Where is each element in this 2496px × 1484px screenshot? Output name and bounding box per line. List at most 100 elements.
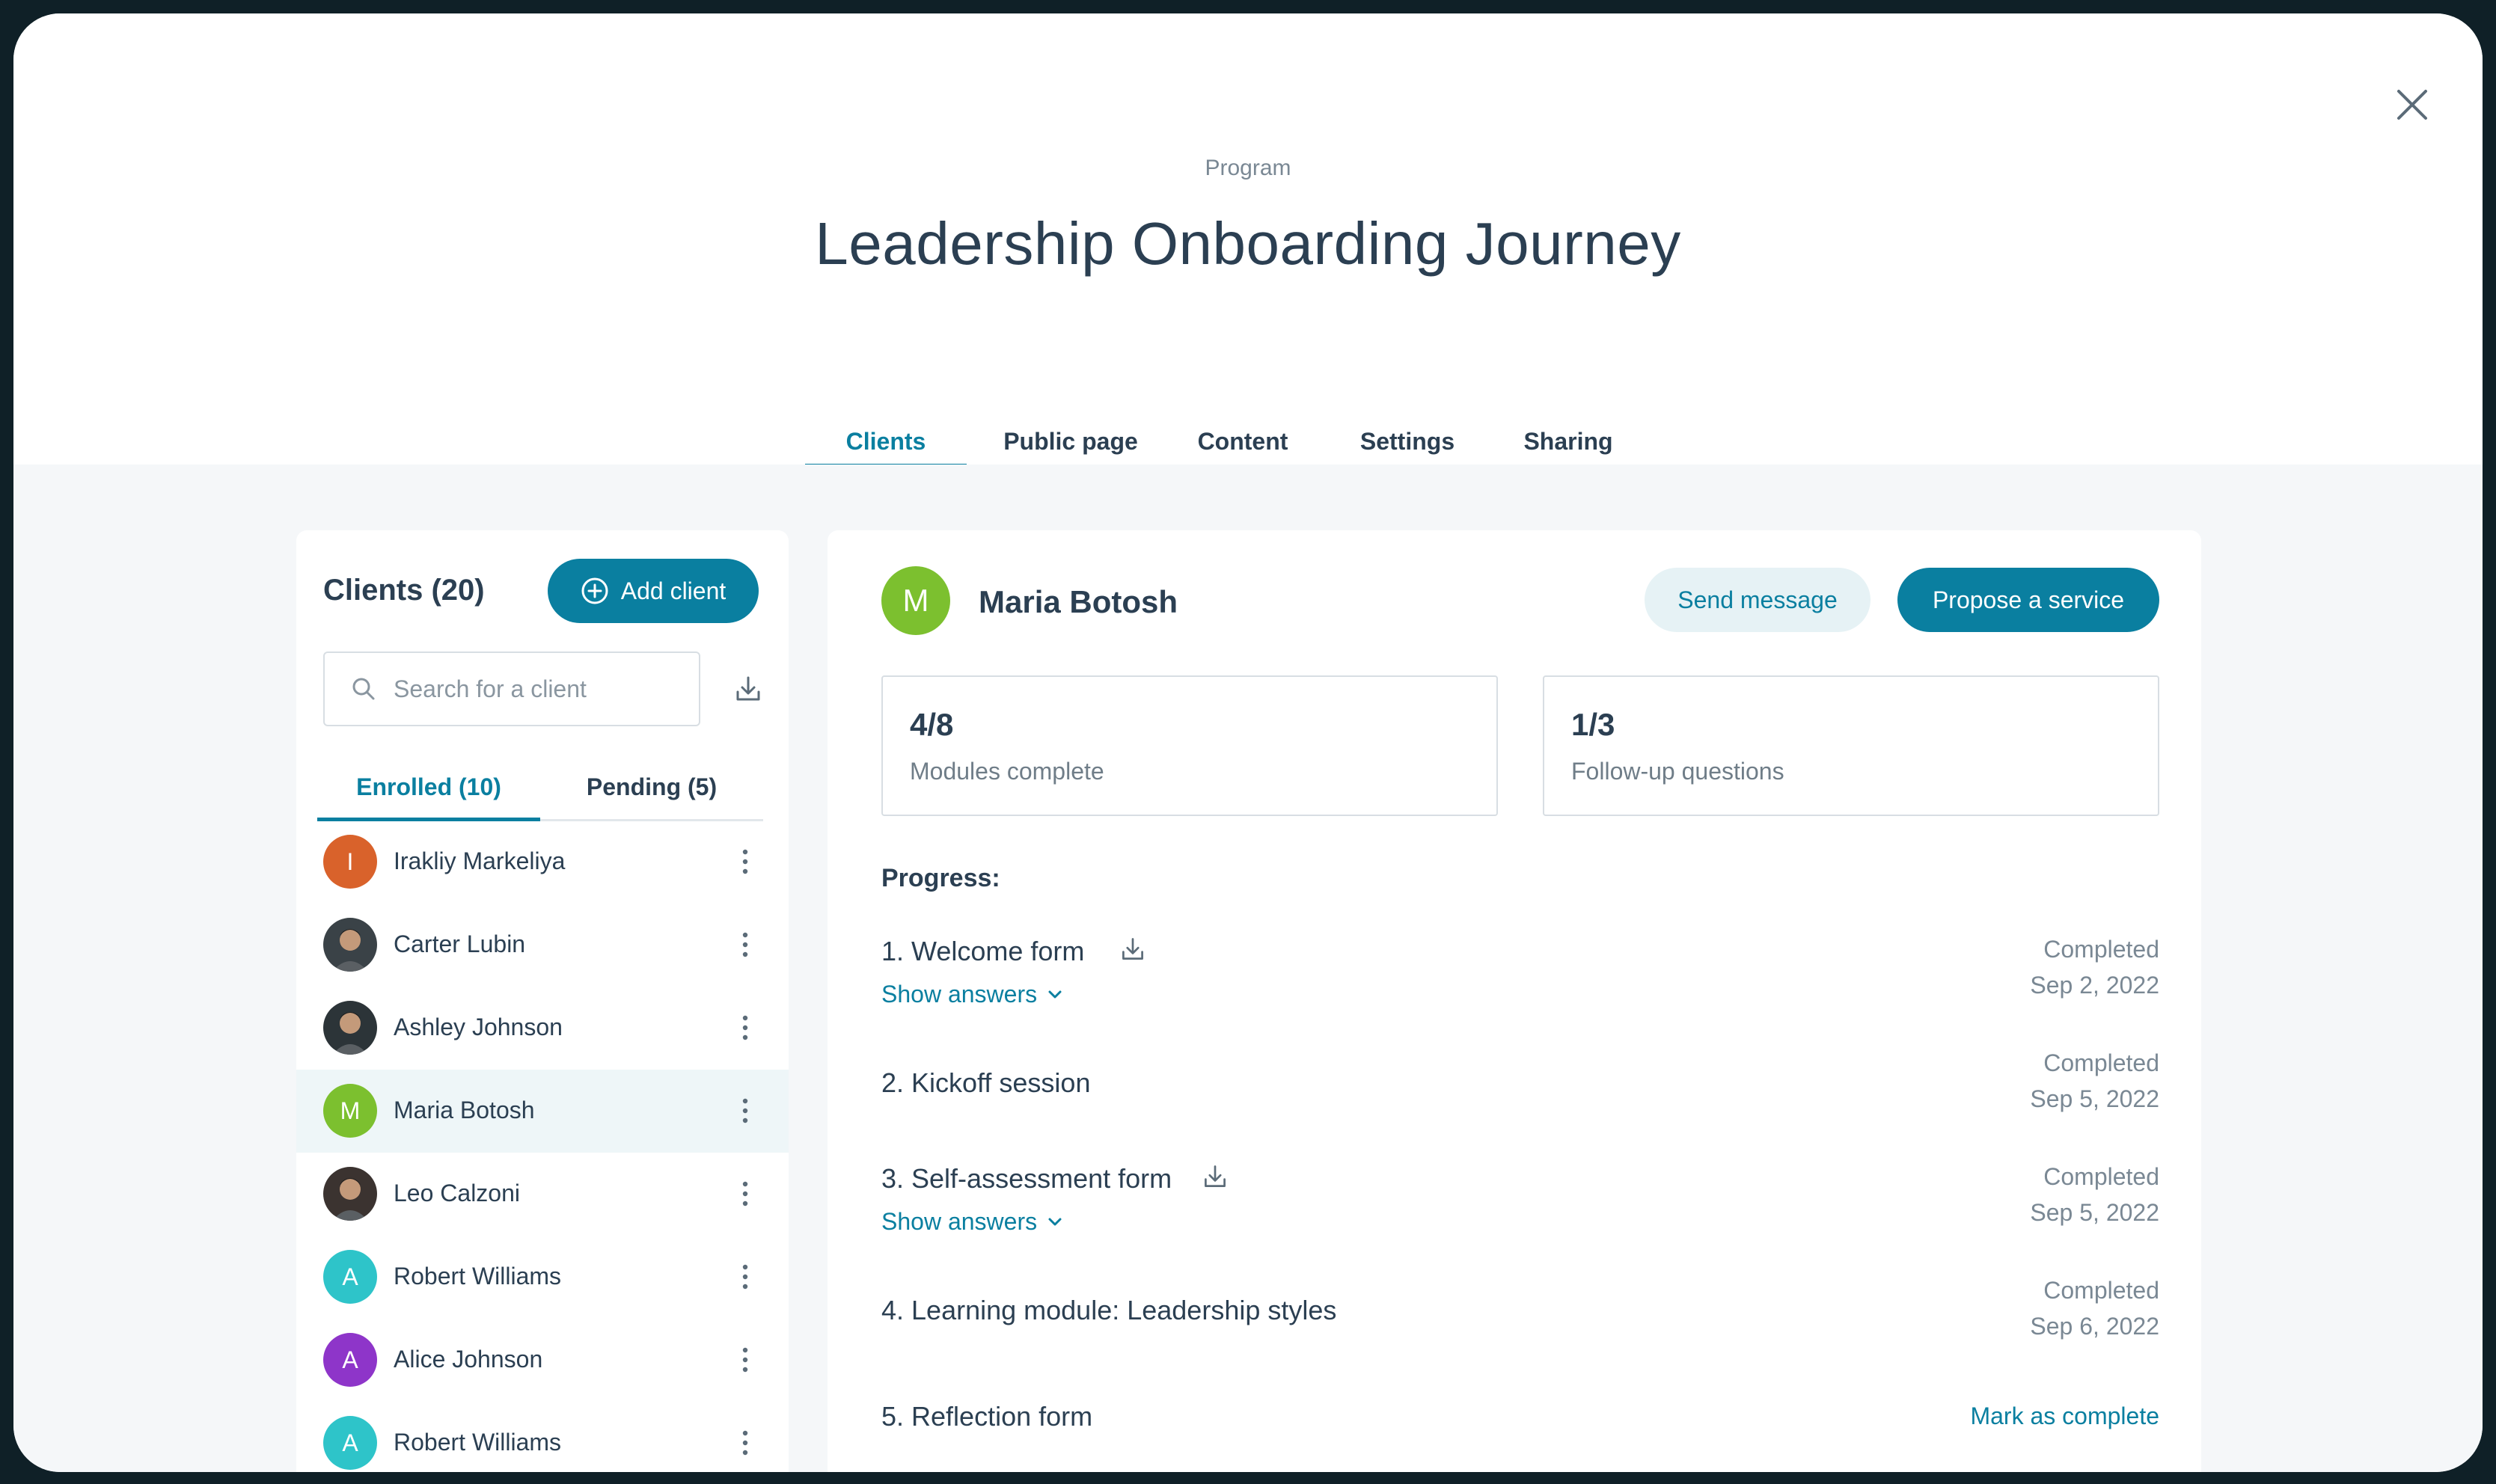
client-list: I Irakliy Markeliya Carter Lubin Ashley Joh… (296, 821, 789, 1472)
client-name: Irakliy Markeliya (394, 847, 566, 874)
client-row[interactable]: Leo Calzoni (296, 1153, 789, 1236)
client-name: Carter Lubin (394, 930, 526, 957)
kebab-icon[interactable] (738, 1427, 753, 1459)
dialog-header: Program Leadership Onboarding Journey Cl… (13, 13, 2483, 467)
kebab-icon[interactable] (738, 1178, 753, 1209)
show-answers-link[interactable]: Show answers (881, 1208, 1064, 1236)
tab-settings[interactable]: Settings (1336, 417, 1478, 465)
download-icon[interactable] (733, 674, 763, 704)
avatar: A (323, 1333, 377, 1387)
module-row: 2. Kickoff session Completed Sep 5, 2022 (881, 1045, 2159, 1127)
tab-bar: Clients Public page Content Settings Sha… (805, 417, 1695, 467)
module-name: 5. Reflection form (881, 1401, 1093, 1432)
avatar: A (323, 1416, 377, 1470)
search-icon (352, 678, 375, 700)
client-row[interactable]: A Robert Williams (296, 1236, 789, 1319)
kebab-icon[interactable] (738, 1012, 753, 1043)
page-eyebrow: Program (1205, 156, 1291, 180)
module-status: Completed Sep 2, 2022 (2030, 931, 2159, 1003)
avatar: M (323, 1084, 377, 1138)
add-client-label: Add client (620, 577, 727, 604)
client-row[interactable]: Ashley Johnson (296, 987, 789, 1070)
page-title: Leadership Onboarding Journey (815, 210, 1681, 277)
kebab-icon[interactable] (738, 1261, 753, 1293)
kebab-icon[interactable] (738, 1344, 753, 1376)
show-answers-label: Show answers (881, 981, 1038, 1008)
stat-card-modules: 4/8 Modules complete (881, 675, 1498, 816)
tab-clients[interactable]: Clients (805, 417, 967, 467)
subtab-pending[interactable]: Pending (5) (540, 755, 763, 819)
module-row: 3. Self-assessment form Show answers Com… (881, 1159, 2159, 1248)
stat-value: 4/8 (910, 707, 954, 742)
download-icon[interactable] (1119, 936, 1146, 963)
client-row[interactable]: A Alice Johnson (296, 1319, 789, 1402)
status-date: Sep 5, 2022 (2030, 1085, 2159, 1112)
client-name: Leo Calzoni (394, 1180, 520, 1206)
module-status: Completed Sep 6, 2022 (2030, 1272, 2159, 1344)
module-row: 5. Reflection form Mark as complete (881, 1396, 2159, 1441)
avatar: A (323, 1250, 377, 1304)
kebab-icon[interactable] (738, 1095, 753, 1126)
clients-title: Clients (20) (323, 574, 485, 607)
module-status: Completed Sep 5, 2022 (2030, 1045, 2159, 1117)
avatar (323, 1167, 377, 1221)
show-answers-label: Show answers (881, 1208, 1038, 1235)
progress-title: Progress: (881, 864, 1000, 892)
avatar: M (881, 566, 950, 635)
status-text: Completed (2043, 1049, 2159, 1076)
send-message-button[interactable]: Send message (1645, 568, 1871, 632)
stat-value: 1/3 (1571, 707, 1615, 742)
search-field[interactable] (323, 651, 700, 726)
tab-public-page[interactable]: Public page (992, 417, 1149, 465)
client-row[interactable]: Carter Lubin (296, 904, 789, 987)
module-name: 3. Self-assessment form (881, 1163, 1172, 1194)
avatar: I (323, 835, 377, 889)
search-input[interactable] (392, 674, 694, 704)
chevron-down-icon (1048, 1218, 1062, 1225)
module-name: 1. Welcome form (881, 936, 1085, 966)
avatar (323, 1001, 377, 1055)
client-row[interactable]: I Irakliy Markeliya (296, 821, 789, 904)
module-name: 2. Kickoff session (881, 1067, 1091, 1098)
client-name: Maria Botosh (394, 1097, 535, 1123)
status-text: Completed (2043, 1163, 2159, 1190)
stat-label: Modules complete (910, 758, 1104, 785)
program-dialog: Program Leadership Onboarding Journey Cl… (13, 13, 2483, 1472)
chevron-down-icon (1048, 990, 1062, 998)
client-name: Alice Johnson (394, 1346, 543, 1373)
mark-as-complete-link[interactable]: Mark as complete (1970, 1402, 2159, 1430)
client-detail-name: Maria Botosh (979, 584, 1178, 619)
subtab-enrolled[interactable]: Enrolled (10) (317, 755, 540, 821)
module-row: 1. Welcome form Show answers Completed S… (881, 931, 2159, 1021)
status-date: Sep 6, 2022 (2030, 1313, 2159, 1340)
clients-panel: Clients (20) Add client Search for a cli… (296, 530, 789, 1472)
download-icon[interactable] (1202, 1163, 1229, 1190)
stat-label: Follow-up questions (1571, 758, 1784, 785)
client-name: Ashley Johnson (394, 1014, 563, 1040)
show-answers-link[interactable]: Show answers (881, 981, 1064, 1008)
plus-circle-icon (581, 577, 608, 604)
status-text: Completed (2043, 1277, 2159, 1304)
client-subtabs: Enrolled (10) Pending (5) (317, 755, 763, 821)
module-name: 4. Learning module: Leadership styles (881, 1295, 1337, 1325)
client-row[interactable]: M Maria Botosh (296, 1070, 789, 1153)
status-date: Sep 5, 2022 (2030, 1199, 2159, 1226)
main-content: Clients (20) Add client Search for a cli… (13, 464, 2483, 1472)
status-date: Sep 2, 2022 (2030, 972, 2159, 999)
client-name: Robert Williams (394, 1429, 562, 1456)
close-icon[interactable] (2387, 79, 2438, 130)
client-name: Robert Williams (394, 1263, 562, 1290)
client-row[interactable]: A Robert Williams (296, 1402, 789, 1472)
module-row: 4. Learning module: Leadership styles Co… (881, 1272, 2159, 1355)
kebab-icon[interactable] (738, 929, 753, 960)
kebab-icon[interactable] (738, 846, 753, 877)
module-status: Completed Sep 5, 2022 (2030, 1159, 2159, 1230)
propose-service-button[interactable]: Propose a service (1897, 568, 2159, 632)
client-detail-panel: M Maria Botosh Send message Propose a se… (828, 530, 2201, 1472)
tab-sharing[interactable]: Sharing (1501, 417, 1636, 465)
tab-content[interactable]: Content (1172, 417, 1314, 465)
avatar (323, 918, 377, 972)
add-client-button[interactable]: Add client (548, 559, 759, 623)
stat-card-followups: 1/3 Follow-up questions (1543, 675, 2159, 816)
status-text: Completed (2043, 936, 2159, 963)
